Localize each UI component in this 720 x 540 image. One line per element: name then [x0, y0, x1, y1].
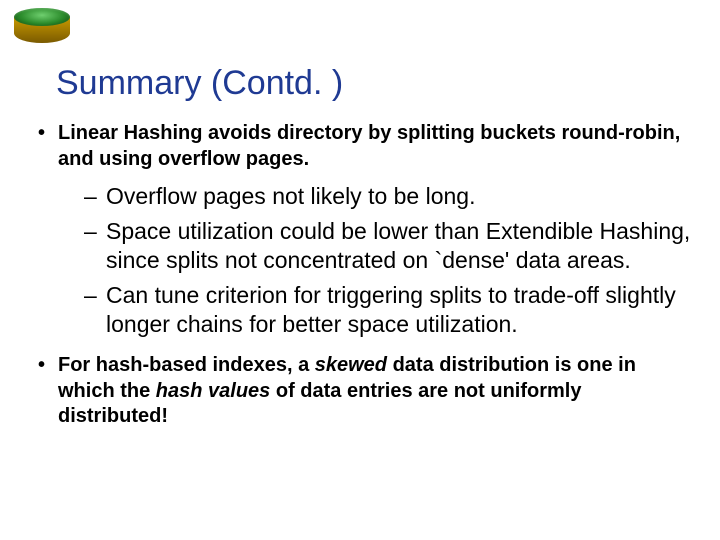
slide-title: Summary (Contd. ) [56, 64, 692, 103]
bullet-1-sub-3: Can tune criterion for triggering splits… [84, 281, 692, 339]
bullet-2-skewed: skewed [315, 354, 387, 376]
slide: Summary (Contd. ) Linear Hashing avoids … [0, 0, 720, 540]
bullet-1-sub-1: Overflow pages not likely to be long. [84, 182, 692, 211]
bullet-1-sublist: Overflow pages not likely to be long. Sp… [84, 182, 692, 339]
database-globe-icon [14, 8, 70, 50]
bullet-1-sub-2: Space utilization could be lower than Ex… [84, 217, 692, 275]
bullet-1: Linear Hashing avoids directory by split… [36, 121, 692, 339]
bullet-1-text: Linear Hashing avoids directory by split… [58, 122, 680, 170]
bullet-list: Linear Hashing avoids directory by split… [36, 121, 692, 430]
bullet-2: For hash-based indexes, a skewed data di… [36, 353, 692, 430]
bullet-2-part-1: For hash-based indexes, a [58, 354, 315, 376]
bullet-2-hash-values: hash values [156, 380, 271, 402]
